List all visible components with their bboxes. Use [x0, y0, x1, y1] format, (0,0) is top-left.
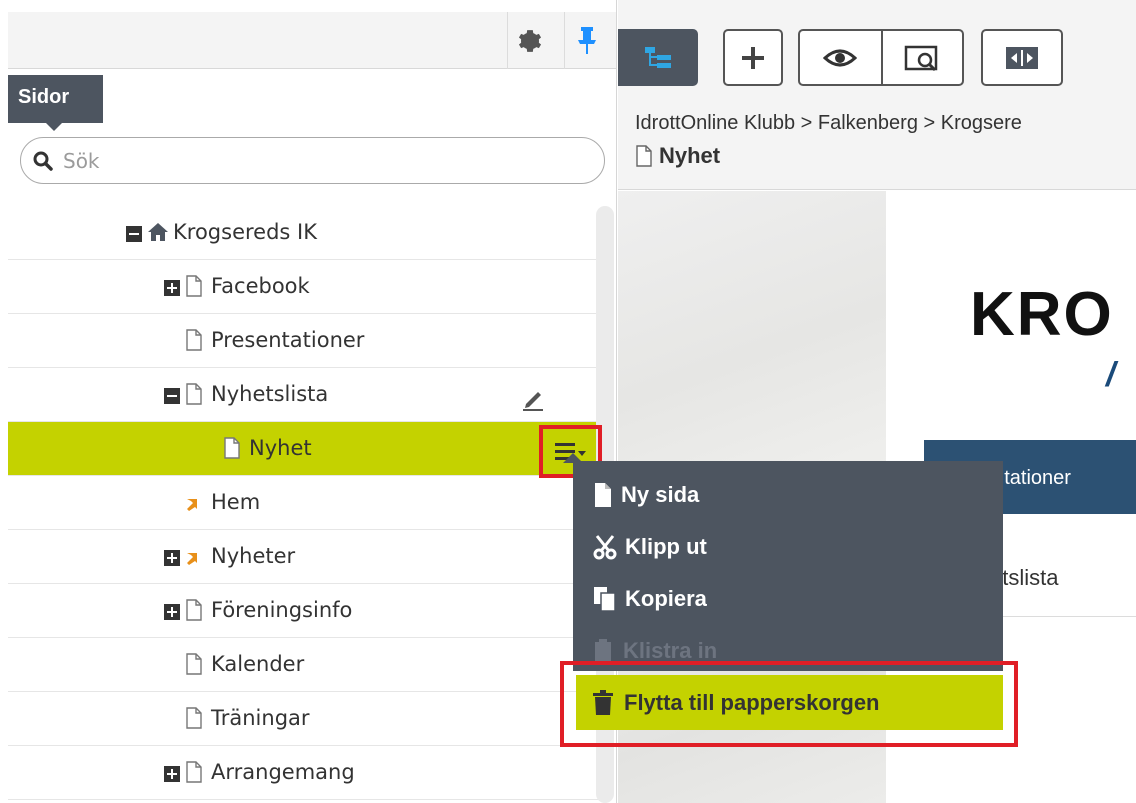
tree-item-label: Presentationer — [211, 328, 365, 352]
compare-versions-button[interactable] — [981, 29, 1063, 86]
menu-item-label: Flytta till papperskorgen — [624, 689, 880, 715]
tree-item-label: Föreningsinfo — [211, 598, 353, 622]
pin-icon — [578, 26, 596, 54]
menu-item-paste[interactable]: Klistra in — [573, 625, 1003, 677]
menu-item-move-to-trash[interactable]: Flytta till papperskorgen — [576, 675, 1003, 730]
page-icon — [185, 383, 203, 409]
menu-item-label: Klistra in — [623, 638, 718, 663]
paste-icon — [595, 639, 611, 662]
collapse-icon[interactable] — [164, 388, 180, 408]
tree-item-label: Nyheter — [211, 544, 296, 568]
page-title-label: Nyhet — [659, 143, 721, 168]
tree-item-label: Facebook — [211, 274, 310, 298]
menu-item-label: Klipp ut — [625, 534, 707, 559]
tree-item[interactable]: Presentationer — [8, 314, 600, 368]
menu-item-label: Kopiera — [625, 586, 707, 611]
gear-icon — [518, 29, 542, 52]
search-placeholder: Sök — [63, 148, 100, 173]
page-icon — [185, 761, 203, 787]
page-icon — [185, 653, 203, 679]
tree-item-label: Nyhetslista — [211, 382, 329, 406]
collapse-icon[interactable] — [126, 226, 142, 246]
tree-item[interactable]: Nyhetslista — [8, 368, 600, 422]
page-title: Nyhet — [635, 143, 720, 169]
page-tree: Krogsereds IK Facebook Presentationer Nyhet… — [8, 206, 600, 803]
add-page-button[interactable] — [723, 29, 783, 86]
expand-icon[interactable] — [164, 766, 180, 786]
preview-button[interactable] — [800, 31, 881, 84]
search-input[interactable]: Sök — [20, 137, 605, 184]
tree-item[interactable]: Träningar — [8, 692, 600, 746]
tree-item-selected[interactable]: Nyhet — [8, 422, 600, 476]
view-page-button[interactable] — [880, 31, 962, 84]
tree-item-label: Arrangemang — [211, 760, 355, 784]
tree-item-label: Nyhet — [249, 436, 312, 460]
page-icon — [636, 145, 652, 167]
copy-icon — [594, 587, 616, 612]
tree-item[interactable]: Arrangemang — [8, 746, 600, 800]
tree-item-label: Kalender — [211, 652, 305, 676]
shortcut-icon — [185, 495, 203, 517]
tree-panel-toolbar — [8, 12, 616, 69]
pencil-icon — [523, 392, 543, 411]
pin-panel-button[interactable] — [564, 12, 609, 69]
page-tree-panel: Sidor Sök Krogsereds IK Facebook Presentat… — [0, 0, 617, 803]
site-logo-subtitle: / — [1106, 356, 1116, 394]
tree-item-label: Träningar — [211, 706, 310, 730]
settings-button[interactable] — [507, 12, 552, 69]
expand-icon[interactable] — [164, 604, 180, 624]
plus-icon — [742, 46, 764, 69]
tab-sidor[interactable]: Sidor — [8, 75, 103, 123]
page-icon — [185, 329, 203, 355]
menu-item-label: Ny sida — [621, 482, 700, 507]
view-mode-group — [798, 29, 964, 86]
page-icon — [223, 437, 241, 463]
tree-item-label: Krogsereds IK — [173, 220, 317, 244]
tree-item[interactable]: Hem — [8, 476, 600, 530]
page-icon — [185, 275, 203, 301]
tree-structure-icon — [645, 46, 671, 68]
compare-icon — [1006, 46, 1038, 69]
trash-icon — [593, 689, 613, 715]
edit-page-button[interactable] — [520, 386, 546, 416]
tree-item-label: Hem — [211, 490, 261, 514]
tree-item[interactable]: Kalender — [8, 638, 600, 692]
menu-item-copy[interactable]: Kopiera — [573, 573, 1003, 625]
search-icon — [33, 151, 53, 171]
site-logo: KRO — [970, 280, 1114, 349]
page-preview-icon — [905, 45, 938, 71]
expand-icon[interactable] — [164, 280, 180, 300]
menu-item-new-page[interactable]: Ny sida — [573, 469, 1003, 521]
tree-item[interactable]: Nyheter — [8, 530, 600, 584]
menu-item-cut[interactable]: Klipp ut — [573, 521, 1003, 573]
page-context-menu: Ny sida Klipp ut Kopiera Klistra in — [573, 461, 1003, 671]
tree-item[interactable]: Krogsereds IK — [8, 206, 600, 260]
shortcut-icon — [185, 549, 203, 571]
tab-caret — [46, 123, 62, 131]
page-icon — [185, 707, 203, 733]
breadcrumb: IdrottOnline Klubb > Falkenberg > Krogse… — [635, 112, 1022, 134]
scissors-icon — [593, 535, 617, 560]
tab-sidor-label: Sidor — [18, 86, 70, 108]
eye-icon — [823, 49, 858, 66]
house-icon — [147, 221, 169, 247]
expand-icon[interactable] — [164, 550, 180, 570]
tree-item[interactable]: Föreningsinfo — [8, 584, 600, 638]
page-icon — [185, 599, 203, 625]
tree-item[interactable]: Facebook — [8, 260, 600, 314]
editor-toolbar: IdrottOnline Klubb > Falkenberg > Krogse… — [618, 0, 1136, 190]
new-page-icon — [595, 483, 611, 507]
toggle-page-tree-button[interactable] — [618, 29, 698, 86]
